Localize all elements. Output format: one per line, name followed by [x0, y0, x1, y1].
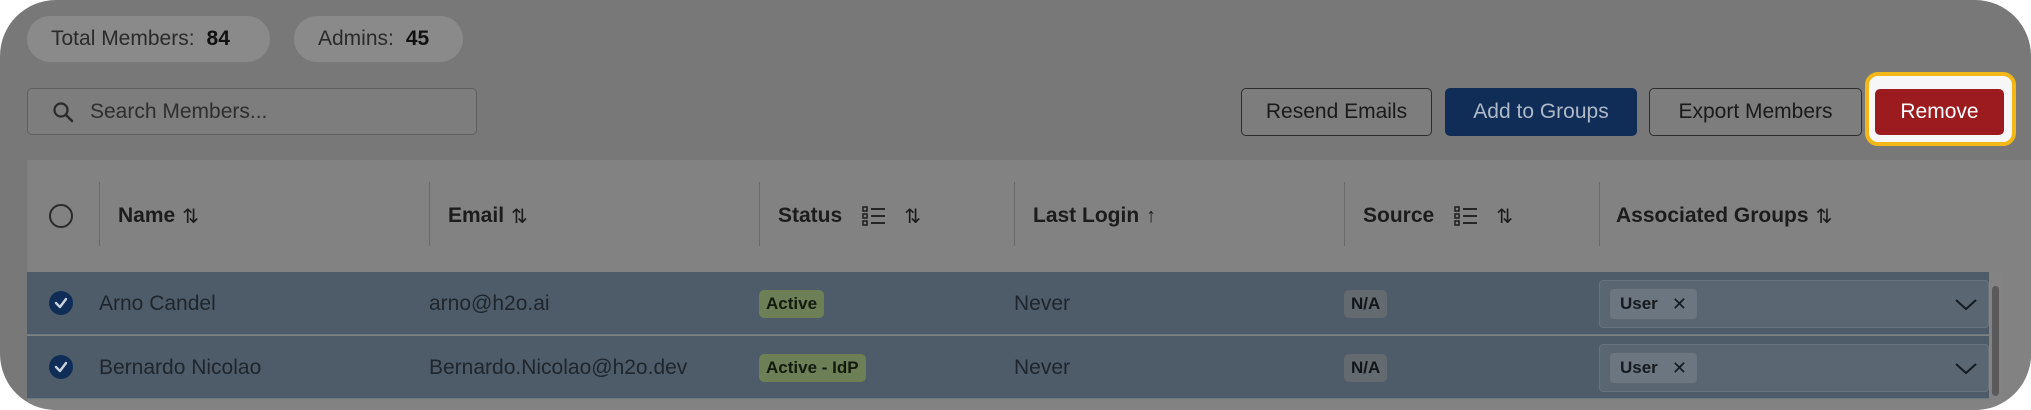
- chevron-down-icon[interactable]: [1954, 358, 1978, 383]
- column-groups-label: Associated Groups: [1616, 204, 1809, 227]
- close-icon[interactable]: ✕: [1672, 358, 1687, 379]
- column-header-source[interactable]: Source ⇅: [1363, 160, 1513, 272]
- sort-arrows-icon[interactable]: ⇅: [1496, 204, 1513, 229]
- status-badge: Active: [759, 289, 825, 318]
- column-header-name[interactable]: Name ⇅: [118, 160, 199, 272]
- source-badge: N/A: [1344, 353, 1388, 382]
- last-login-value: Never: [1014, 355, 1071, 379]
- members-panel: Total Members: 84 Admins: 45 Resend Emai…: [0, 0, 2031, 410]
- status-badge: Active - IdP: [759, 353, 866, 382]
- sort-arrows-icon[interactable]: ⇅: [904, 204, 921, 229]
- column-header-email[interactable]: Email ⇅: [448, 160, 528, 272]
- row-checkbox[interactable]: [49, 355, 73, 379]
- column-last-login-label: Last Login: [1033, 204, 1140, 227]
- column-header-last-login[interactable]: Last Login ↑: [1033, 160, 1156, 272]
- member-name: Bernardo Nicolao: [99, 355, 262, 379]
- member-email: Bernardo.Nicolao@h2o.dev: [429, 355, 688, 379]
- remove-button[interactable]: Remove: [1875, 89, 2004, 135]
- total-members-value: 84: [206, 27, 230, 50]
- total-members-badge: Total Members: 84: [27, 16, 270, 62]
- scrollbar-thumb[interactable]: [1992, 286, 1999, 396]
- table-row[interactable]: Arno Candel arno@h2o.ai Active Never N/A…: [27, 272, 1989, 335]
- column-divider: [759, 182, 760, 246]
- column-divider: [1599, 182, 1600, 246]
- table-header: Name ⇅ Email ⇅ Status ⇅ Last Login ↑ Sou…: [27, 160, 2031, 272]
- groups-select[interactable]: User ✕: [1599, 344, 1989, 392]
- column-source-label: Source: [1363, 204, 1435, 227]
- search-box: [27, 88, 477, 135]
- last-login-value: Never: [1014, 291, 1071, 315]
- sort-arrows-icon[interactable]: ⇅: [182, 204, 199, 229]
- filter-list-icon[interactable]: [1454, 205, 1478, 227]
- column-header-status[interactable]: Status ⇅: [778, 160, 921, 272]
- search-input[interactable]: [88, 98, 452, 125]
- column-status-label: Status: [778, 204, 843, 227]
- select-all-checkbox[interactable]: [49, 204, 73, 228]
- search-icon: [52, 101, 74, 123]
- column-divider: [99, 182, 100, 246]
- close-icon[interactable]: ✕: [1672, 294, 1687, 315]
- group-chip: User ✕: [1610, 353, 1697, 383]
- groups-select[interactable]: User ✕: [1599, 280, 1989, 328]
- sort-arrows-icon[interactable]: ⇅: [511, 204, 528, 229]
- column-email-label: Email: [448, 204, 505, 227]
- table-row[interactable]: Bernardo Nicolao Bernardo.Nicolao@h2o.de…: [27, 336, 1989, 399]
- sort-arrows-icon[interactable]: ⇅: [1816, 204, 1833, 229]
- row-checkbox[interactable]: [49, 291, 73, 315]
- sort-up-icon[interactable]: ↑: [1146, 205, 1156, 228]
- table-scrollbar[interactable]: [1989, 272, 2002, 410]
- chevron-down-icon[interactable]: [1954, 294, 1978, 319]
- source-badge: N/A: [1344, 289, 1388, 318]
- export-members-button[interactable]: Export Members: [1649, 88, 1862, 136]
- admins-value: 45: [405, 27, 430, 50]
- total-members-label: Total Members:: [51, 27, 195, 50]
- column-divider: [1344, 182, 1345, 246]
- members-table: Name ⇅ Email ⇅ Status ⇅ Last Login ↑ Sou…: [27, 160, 2031, 410]
- column-header-groups[interactable]: Associated Groups ⇅: [1616, 160, 1832, 272]
- resend-emails-button[interactable]: Resend Emails: [1241, 88, 1432, 136]
- admins-badge: Admins: 45: [294, 16, 463, 62]
- add-to-groups-button[interactable]: Add to Groups: [1445, 88, 1637, 136]
- check-icon: [54, 297, 68, 309]
- column-divider: [1014, 182, 1015, 246]
- member-email: arno@h2o.ai: [429, 291, 550, 315]
- group-chip: User ✕: [1610, 289, 1697, 319]
- group-chip-label: User: [1620, 294, 1658, 313]
- column-name-label: Name: [118, 204, 176, 227]
- admins-label: Admins:: [318, 27, 394, 50]
- group-chip-label: User: [1620, 358, 1658, 377]
- column-divider: [429, 182, 430, 246]
- check-icon: [54, 361, 68, 373]
- member-name: Arno Candel: [99, 291, 216, 315]
- filter-list-icon[interactable]: [862, 205, 886, 227]
